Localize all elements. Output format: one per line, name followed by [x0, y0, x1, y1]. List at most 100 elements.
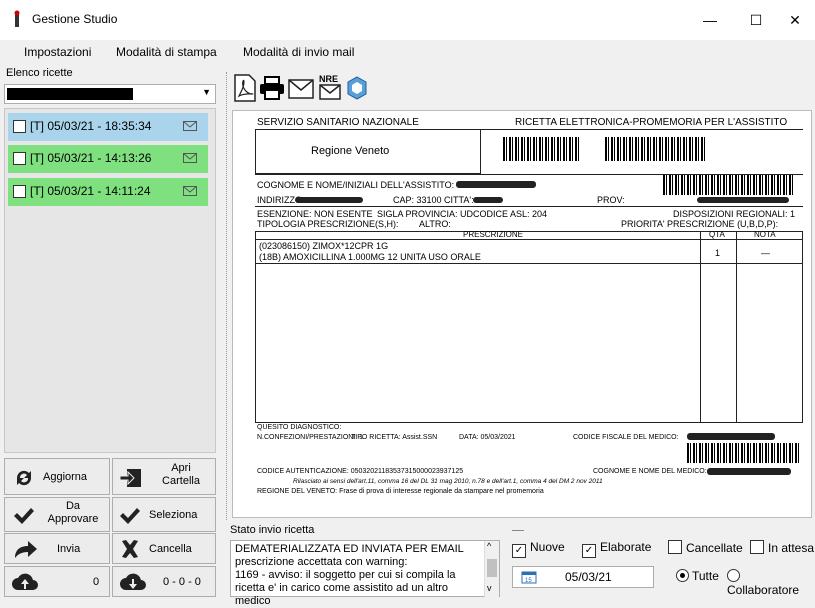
- cloud-upload-icon: [12, 573, 38, 590]
- checkbox[interactable]: [13, 152, 26, 165]
- filter-nuove[interactable]: ✓ Nuove: [512, 540, 565, 558]
- disposizioni: DISPOSIZIONI REGIONALI: 1: [673, 209, 796, 219]
- menu-impostazioni[interactable]: Impostazioni: [24, 45, 91, 59]
- data-ricetta: DATA: 05/03/2021: [459, 434, 516, 441]
- filter-label: Cancellate: [686, 541, 743, 555]
- checkbox[interactable]: [668, 540, 682, 554]
- menu-modalita-invio-mail[interactable]: Modalità di invio mail: [243, 45, 354, 59]
- cube-icon[interactable]: [346, 76, 368, 100]
- splitter[interactable]: [226, 72, 229, 520]
- cognome-label: COGNOME E NOME/INIZIALI DELL'ASSISTITO:: [257, 180, 455, 190]
- codice-autenticazione: CODICE AUTENTICAZIONE: 05032021183537315…: [257, 468, 464, 475]
- calendar-icon[interactable]: 15: [521, 570, 537, 584]
- mail-icon: [183, 186, 197, 196]
- redacted-value: [707, 468, 791, 475]
- prescription-line-2: (18B) AMOXICILLINA 1.000MG 12 UNITA USO …: [259, 252, 481, 262]
- list-item[interactable]: [T] 05/03/21 - 18:35:34: [8, 113, 208, 141]
- sigla-provincia: SIGLA PROVINCIA: UD: [377, 209, 474, 219]
- col-qta: QTA: [709, 230, 725, 239]
- download-count: 0 - 0 - 0: [163, 576, 201, 588]
- scroll-thumb[interactable]: [487, 559, 497, 577]
- da-approvare-label: Da Approvare: [47, 500, 99, 525]
- radio-tutte[interactable]: Tutte: [676, 569, 719, 583]
- download-button[interactable]: 0 - 0 - 0: [112, 566, 216, 597]
- checkbox[interactable]: [750, 540, 764, 554]
- quesito-diagnostico: QUESITO DIAGNOSTICO:: [257, 424, 342, 431]
- barcode: [503, 137, 579, 161]
- window-title: Gestione Studio: [32, 12, 118, 26]
- barcode: [663, 175, 793, 195]
- seleziona-label: Seleziona: [149, 509, 198, 521]
- tipo-ricetta: TIPO RICETTA: Assist.SSN: [351, 434, 438, 441]
- cancella-button[interactable]: Cancella: [112, 533, 216, 564]
- maximize-button[interactable]: ☐: [736, 8, 776, 32]
- apri-cartella-button[interactable]: Apri Cartella: [112, 458, 216, 495]
- radio-selected[interactable]: [676, 569, 689, 582]
- mail-icon[interactable]: [288, 79, 314, 99]
- redacted-value: [456, 181, 536, 188]
- cap-label: CAP: 33100 CITTA':: [393, 195, 474, 205]
- apri-cartella-label: Apri Cartella: [162, 462, 200, 487]
- checkbox-checked[interactable]: ✓: [582, 544, 596, 558]
- n-confezioni: N.CONFEZIONI/PRESTAZIONI: 1: [257, 434, 364, 441]
- list-item-label: [T] 05/03/21 - 14:13:26: [30, 151, 152, 165]
- status-label: Stato invio ricetta: [230, 524, 315, 536]
- codice-asl: CODICE ASL: 204: [473, 209, 548, 219]
- scrollbar[interactable]: ^ v: [484, 541, 499, 598]
- chevron-down-icon[interactable]: v: [487, 583, 492, 593]
- radio-collaboratore[interactable]: Collaboratore: [727, 569, 815, 597]
- invia-label: Invia: [57, 543, 81, 555]
- header-right: RICETTA ELETTRONICA-PROMEMORIA PER L'ASS…: [515, 117, 788, 128]
- col-nota: NOTA: [754, 230, 776, 239]
- barcode: [605, 137, 705, 161]
- delete-x-icon: [122, 540, 138, 558]
- title-bar: Gestione Studio — ☐ ✕: [0, 0, 815, 40]
- checkbox[interactable]: [13, 185, 26, 198]
- radio-label: Collaboratore: [727, 583, 800, 597]
- regione-label: Regione Veneto: [311, 145, 390, 157]
- folder-open-icon: [119, 469, 141, 487]
- minimize-button[interactable]: —: [690, 8, 730, 32]
- filter-cancellate[interactable]: Cancellate: [668, 540, 743, 555]
- rilasciato-note: Rilasciato ai sensi dell'art.11, comma 1…: [293, 478, 603, 485]
- aggiorna-button[interactable]: Aggiorna: [4, 458, 110, 495]
- seleziona-button[interactable]: Seleziona: [112, 497, 216, 532]
- da-approvare-button[interactable]: Da Approvare: [4, 497, 110, 532]
- app-icon: [14, 10, 20, 27]
- cancella-label: Cancella: [149, 543, 192, 555]
- checkbox-checked[interactable]: ✓: [512, 544, 526, 558]
- tipologia: TIPOLOGIA PRESCRIZIONE(S,H):: [257, 219, 399, 229]
- filter-in-attesa[interactable]: In attesa: [750, 540, 814, 555]
- redacted-value: [697, 197, 789, 203]
- regione-note: REGIONE DEL VENETO: Frase di prova di in…: [257, 488, 544, 495]
- filter-label: Nuove: [530, 540, 565, 554]
- upload-count: 0: [93, 576, 100, 588]
- print-icon[interactable]: [259, 76, 285, 100]
- priorita: PRIORITA' PRESCRIZIONE (U,B,D,P):: [621, 219, 779, 229]
- filter-label: Elaborate: [600, 540, 652, 554]
- aggiorna-label: Aggiorna: [43, 471, 88, 483]
- checkbox[interactable]: [13, 120, 26, 133]
- ssn-title: SERVIZIO SANITARIO NAZIONALE: [257, 117, 419, 128]
- status-text-box[interactable]: DEMATERIALIZZATA ED INVIATA PER EMAIL pr…: [230, 540, 500, 607]
- chevron-up-icon[interactable]: ^: [487, 541, 491, 551]
- list-item[interactable]: [T] 05/03/21 - 14:11:24: [8, 178, 208, 206]
- date-picker[interactable]: 15 05/03/21: [512, 566, 654, 588]
- chevron-down-icon: ▼: [202, 87, 211, 97]
- invia-button[interactable]: Invia: [4, 533, 110, 564]
- esenzione: ESENZIONE: NON ESENTE: [257, 209, 373, 219]
- filter-elaborate[interactable]: ✓ Elaborate: [582, 540, 651, 558]
- list-item-label: [T] 05/03/21 - 14:11:24: [30, 184, 151, 198]
- radio[interactable]: [727, 569, 740, 582]
- list-item-label: [T] 05/03/21 - 18:35:34: [30, 119, 152, 133]
- check-icon: [120, 508, 140, 524]
- upload-button[interactable]: 0: [4, 566, 110, 597]
- menu-modalita-stampa[interactable]: Modalità di stampa: [116, 45, 217, 59]
- recipe-filter-combo[interactable]: ▼: [4, 84, 216, 104]
- close-button[interactable]: ✕: [775, 8, 815, 32]
- pdf-icon[interactable]: [233, 74, 257, 102]
- nre-mail-icon[interactable]: NRE: [317, 73, 343, 101]
- check-icon: [14, 508, 34, 524]
- status-text: DEMATERIALIZZATA ED INVIATA PER EMAIL pr…: [235, 543, 464, 607]
- list-item[interactable]: [T] 05/03/21 - 14:13:26: [8, 145, 208, 173]
